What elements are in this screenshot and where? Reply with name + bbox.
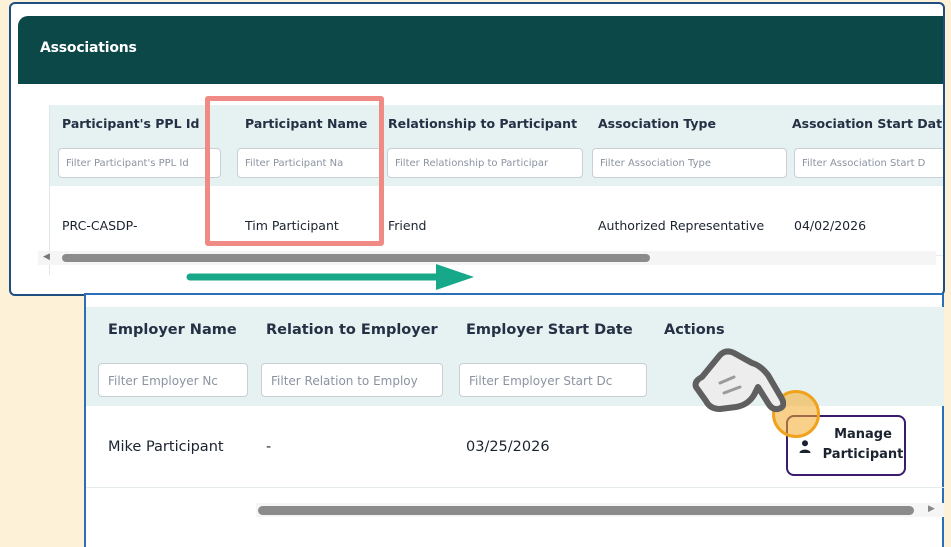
column-header-actions: Actions xyxy=(664,322,725,338)
row-divider xyxy=(86,487,944,488)
filter-employer-name-input[interactable]: Filter Employer Nc xyxy=(98,363,248,397)
cell-participant-name: Tim Participant xyxy=(245,218,339,233)
associations-grid: Participant's PPL Id Participant Name Re… xyxy=(49,105,943,275)
cell-ppl-id: PRC-CASDP- xyxy=(62,218,138,233)
cell-association-type: Authorized Representative xyxy=(598,218,765,233)
filter-employer-start-date-input[interactable]: Filter Employer Start Dc xyxy=(459,363,647,397)
scroll-right-arrow-icon xyxy=(186,264,474,290)
employer-horizontal-scrollbar[interactable]: ▶ xyxy=(256,503,944,517)
filter-relationship-input[interactable]: Filter Relationship to Participar xyxy=(387,148,583,178)
associations-title: Associations xyxy=(40,40,137,56)
column-header-ppl-id[interactable]: Participant's PPL Id xyxy=(62,116,200,131)
column-header-association-type[interactable]: Association Type xyxy=(598,116,716,131)
pointing-hand-icon xyxy=(692,348,786,413)
column-header-participant-name[interactable]: Participant Name xyxy=(245,116,367,131)
filter-relation-to-employer-input[interactable]: Filter Relation to Employ xyxy=(261,363,443,397)
associations-header-row: Participant's PPL Id Participant Name Re… xyxy=(50,105,943,140)
cell-relationship: Friend xyxy=(388,218,427,233)
cell-employer-start-date: 03/25/2026 xyxy=(466,439,550,455)
cell-employer-name: Mike Participant xyxy=(108,439,224,455)
filter-association-start-date-input[interactable]: Filter Association Start D xyxy=(794,148,943,178)
column-header-employer-name[interactable]: Employer Name xyxy=(108,322,237,338)
cell-relation-to-employer: - xyxy=(266,439,272,455)
employer-filter-row: Filter Employer Nc Filter Relation to Em… xyxy=(86,354,944,406)
person-icon xyxy=(799,440,811,453)
filter-participant-name-input[interactable]: Filter Participant Na xyxy=(237,148,382,178)
scrollbar-thumb[interactable] xyxy=(62,254,650,262)
scroll-right-icon[interactable]: ▶ xyxy=(928,504,935,514)
associations-filter-row: Filter Participant's PPL Id Filter Parti… xyxy=(50,140,943,186)
employer-header-row: Employer Name Relation to Employer Emplo… xyxy=(86,307,944,354)
associations-header: Associations xyxy=(18,16,943,84)
filter-association-type-input[interactable]: Filter Association Type xyxy=(592,148,787,178)
filter-ppl-id-input[interactable]: Filter Participant's PPL Id xyxy=(58,148,221,178)
associations-horizontal-scrollbar[interactable]: ◀ xyxy=(38,251,936,265)
manage-participant-label-line1: Manage xyxy=(834,427,892,442)
scroll-left-icon[interactable]: ◀ xyxy=(43,252,50,262)
manage-participant-label-line2: Participant xyxy=(822,447,904,462)
column-header-relationship[interactable]: Relationship to Participant xyxy=(388,116,577,131)
cell-association-start-date: 04/02/2026 xyxy=(794,218,867,233)
scrollbar-thumb[interactable] xyxy=(258,506,914,515)
column-header-relation-to-employer[interactable]: Relation to Employer xyxy=(266,322,438,338)
column-header-employer-start-date[interactable]: Employer Start Date xyxy=(466,322,633,338)
column-header-association-start-date[interactable]: Association Start Dat xyxy=(792,116,943,131)
